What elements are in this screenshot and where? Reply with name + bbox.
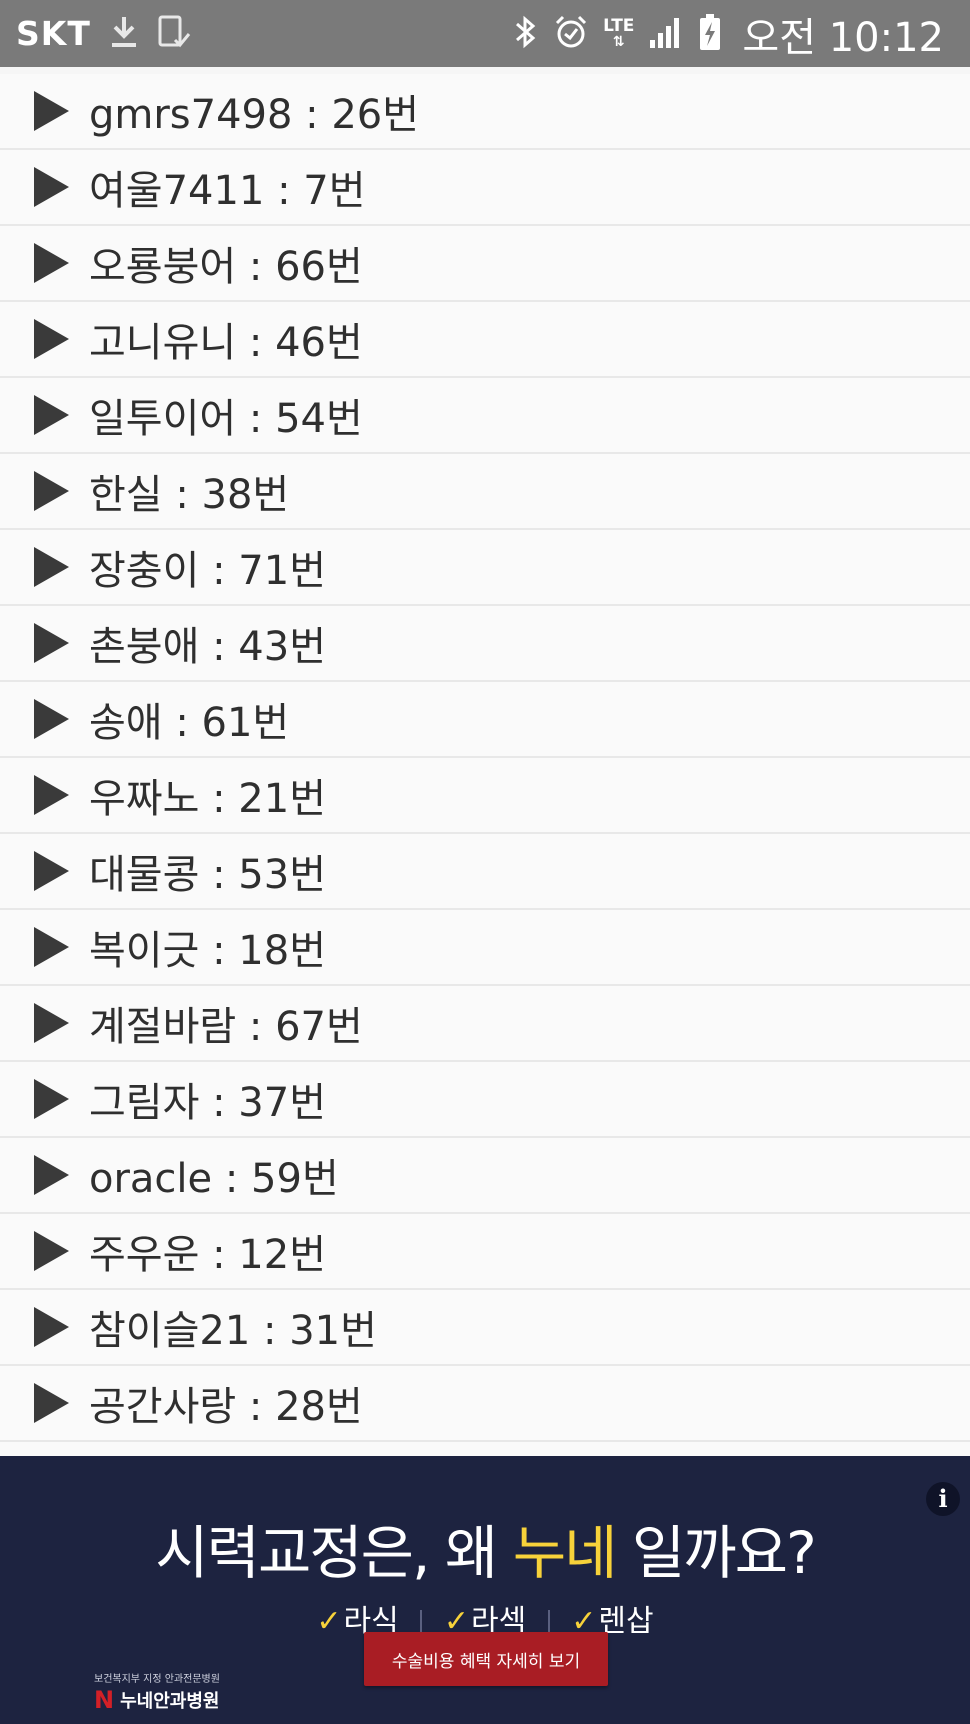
list-item-label: 고니유니 : 46번 [89,320,363,366]
list-item-label: 계절바람 : 67번 [89,1004,363,1050]
ad-sponsor: N 누네안과병원 [94,1686,219,1714]
list-item[interactable]: 대물콩 : 53번 [0,834,970,910]
play-arrow-icon [34,699,69,739]
bluetooth-icon [513,14,539,54]
record-list: gmrs7498 : 26번여울7411 : 7번오룡붕어 : 66번고니유니 … [0,74,970,1456]
list-item[interactable]: 공간사랑 : 28번 [0,1366,970,1442]
screenshot-icon [157,14,191,54]
play-arrow-icon [34,1003,69,1043]
list-item-label: 공간사랑 : 28번 [89,1384,363,1430]
list-item[interactable]: 송애 : 61번 [0,682,970,758]
list-item[interactable]: 우짜노 : 21번 [0,758,970,834]
play-arrow-icon [34,91,69,131]
play-arrow-icon [34,471,69,511]
play-arrow-icon [34,851,69,891]
list-item-label: 오룡붕어 : 66번 [89,244,363,290]
check-icon: ✓ [316,1604,342,1639]
clock: 오전 10:12 [742,14,944,61]
carrier-label: SKT [16,14,91,53]
list-item-label: 복이긋 : 18번 [89,928,327,974]
signal-icon [648,14,684,54]
list-item[interactable]: 복이긋 : 18번 [0,910,970,986]
lte-icon: LTE ⇅ [603,15,635,50]
play-arrow-icon [34,1079,69,1119]
list-item[interactable]: 붕답는갈자 : 13번 [0,1442,970,1456]
play-arrow-icon [34,775,69,815]
play-arrow-icon [34,1383,69,1423]
list-item[interactable]: 여울7411 : 7번 [0,150,970,226]
play-arrow-icon [34,1307,69,1347]
list-item-label: 대물콩 : 53번 [89,852,327,898]
list-item[interactable]: gmrs7498 : 26번 [0,74,970,150]
list-item-label: 우짜노 : 21번 [89,776,327,822]
list-item-label: 그림자 : 37번 [89,1080,327,1126]
ad-banner[interactable]: i 시력교정은, 왜 누네 일까요? ✓라식 ✓라섹 ✓렌삽 수술비용 혜택 자… [0,1456,970,1724]
play-arrow-icon [34,927,69,967]
list-item-label: 한실 : 38번 [89,472,290,518]
alarm-icon [553,14,589,54]
list-item[interactable]: 한실 : 38번 [0,454,970,530]
list-item[interactable]: 일투이어 : 54번 [0,378,970,454]
list-item[interactable]: 오룡붕어 : 66번 [0,226,970,302]
list-item-label: 참이슬21 : 31번 [89,1308,377,1354]
play-arrow-icon [34,395,69,435]
play-arrow-icon [34,547,69,587]
play-arrow-icon [34,319,69,359]
play-arrow-icon [34,623,69,663]
list-item[interactable]: 참이슬21 : 31번 [0,1290,970,1366]
list-item-label: 주우운 : 12번 [89,1232,327,1278]
ad-sponsor-subtitle: 보건복지부 지정 안과전문병원 [94,1674,220,1685]
play-arrow-icon [34,243,69,283]
network-type-label: LTE [603,15,635,36]
ad-headline-accent: 누네 [512,1519,618,1587]
list-item[interactable]: 계절바람 : 67번 [0,986,970,1062]
list-item[interactable]: 그림자 : 37번 [0,1062,970,1138]
list-item-label: 일투이어 : 54번 [89,396,363,442]
list-item[interactable]: 고니유니 : 46번 [0,302,970,378]
play-arrow-icon [34,1231,69,1271]
ad-headline: 시력교정은, 왜 누네 일까요? [0,1506,970,1590]
ad-headline-part1: 시력교정은, 왜 [155,1519,513,1587]
ad-sponsor-name: 누네안과병원 [120,1691,220,1712]
hospital-logo-icon: N [94,1686,115,1714]
battery-charging-icon [698,12,722,56]
list-item-label: oracle : 59번 [89,1156,339,1202]
list-item-label: gmrs7498 : 26번 [89,92,420,138]
list-item-label: 장충이 : 71번 [89,548,327,594]
ad-headline-part2: 일까요? [615,1519,817,1587]
list-item[interactable]: 주우운 : 12번 [0,1214,970,1290]
list-item-label: 송애 : 61번 [89,700,290,746]
list-item-label: 촌붕애 : 43번 [89,624,327,670]
list-item-label: 여울7411 : 7번 [89,168,366,214]
play-arrow-icon [34,167,69,207]
ad-cta-button[interactable]: 수술비용 혜택 자세히 보기 [364,1632,608,1686]
list-item[interactable]: 촌붕애 : 43번 [0,606,970,682]
play-arrow-icon [34,1155,69,1195]
download-icon [109,15,139,53]
list-item[interactable]: 장충이 : 71번 [0,530,970,606]
list-item[interactable]: oracle : 59번 [0,1138,970,1214]
status-bar: SKT LTE ⇅ 오전 10:12 [0,0,970,67]
